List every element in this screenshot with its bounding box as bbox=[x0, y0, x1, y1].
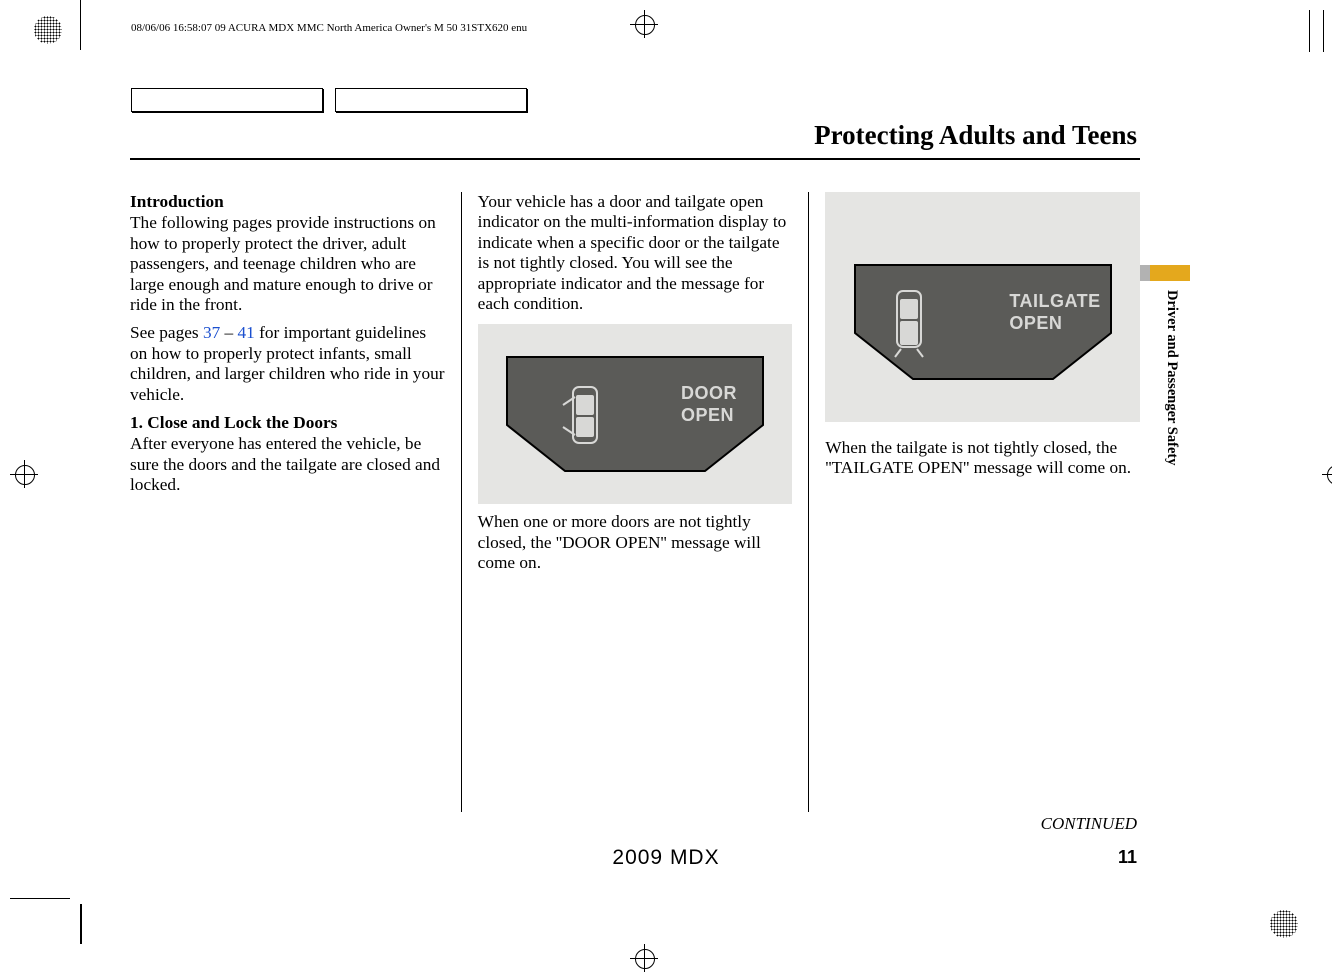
indicator-paragraph: Your vehicle has a door and tailgate ope… bbox=[478, 192, 793, 314]
blank-field bbox=[335, 88, 527, 112]
section-side-label: Driver and Passenger Safety bbox=[1163, 290, 1180, 465]
model-year-footer: 2009 MDX bbox=[0, 846, 1332, 870]
intro-heading: Introduction bbox=[130, 192, 445, 212]
door-open-indicator-figure: DOOR OPEN bbox=[478, 324, 793, 504]
label-line: OPEN bbox=[1009, 313, 1062, 333]
printer-registration-mark bbox=[1270, 910, 1298, 938]
label-line: OPEN bbox=[681, 405, 734, 425]
indicator-text: DOOR OPEN bbox=[681, 383, 737, 426]
column-3: TAILGATE OPEN When the tailgate is not t… bbox=[808, 192, 1140, 812]
blank-field bbox=[131, 88, 323, 112]
text: – bbox=[220, 323, 237, 342]
column-1: Introduction The following pages provide… bbox=[130, 192, 461, 812]
printer-registration-mark bbox=[34, 16, 62, 44]
title-underline bbox=[130, 158, 1140, 160]
content-columns: Introduction The following pages provide… bbox=[130, 192, 1140, 812]
step-1-paragraph: After everyone has entered the vehicle, … bbox=[130, 434, 445, 495]
continued-label: CONTINUED bbox=[1041, 814, 1137, 834]
see-pages-paragraph: See pages 37 – 41 for important guidelin… bbox=[130, 323, 445, 405]
text: See pages bbox=[130, 323, 203, 342]
thumb-tab-highlight bbox=[1150, 265, 1190, 281]
step-1-heading: 1. Close and Lock the Doors bbox=[130, 413, 445, 433]
page-link[interactable]: 41 bbox=[238, 323, 255, 342]
page-title: Protecting Adults and Teens bbox=[814, 120, 1137, 151]
trim-line bbox=[80, 0, 81, 50]
tailgate-open-caption: When the tailgate is not tightly closed,… bbox=[825, 438, 1140, 479]
label-line: TAILGATE bbox=[1009, 291, 1100, 311]
indicator-text: TAILGATE OPEN bbox=[1009, 291, 1100, 334]
column-2: Your vehicle has a door and tailgate ope… bbox=[461, 192, 809, 812]
page-link[interactable]: 37 bbox=[203, 323, 220, 342]
label-line: DOOR bbox=[681, 383, 737, 403]
document-header-meta: 08/06/06 16:58:07 09 ACURA MDX MMC North… bbox=[131, 22, 527, 34]
tailgate-open-indicator-figure: TAILGATE OPEN bbox=[825, 192, 1140, 422]
form-field-row bbox=[131, 88, 535, 117]
intro-paragraph: The following pages provide instructions… bbox=[130, 213, 445, 315]
door-open-caption: When one or more doors are not tightly c… bbox=[478, 512, 793, 573]
